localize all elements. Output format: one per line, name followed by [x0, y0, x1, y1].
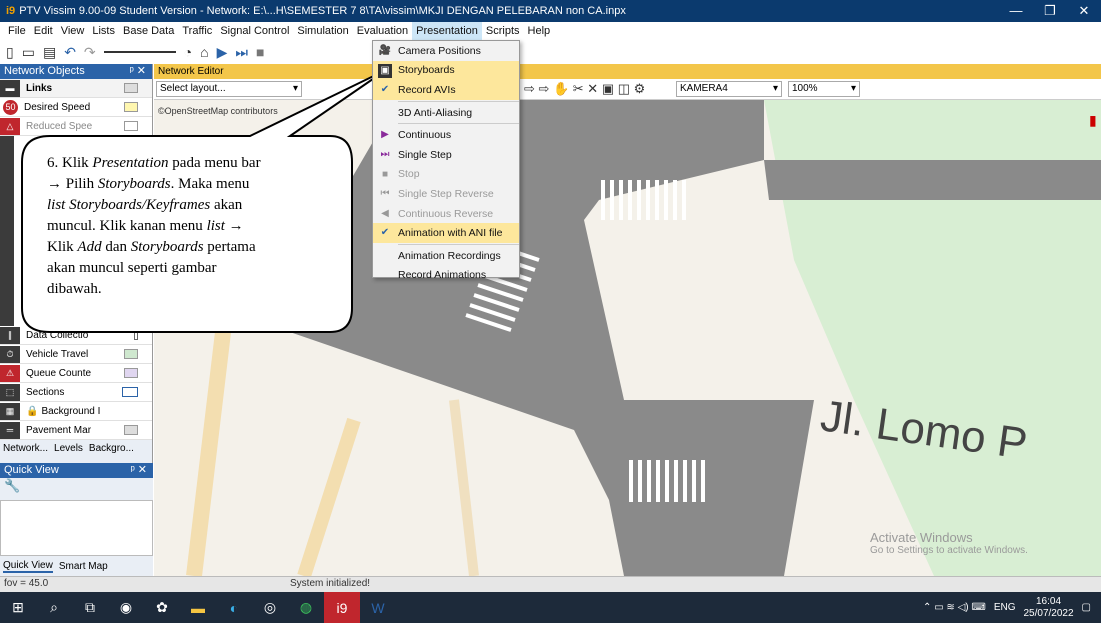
callout-line: akan muncul seperti gambar: [47, 260, 217, 276]
menu-item-continuous[interactable]: ▶ Continuous: [373, 125, 519, 145]
media-icon[interactable]: ◎: [252, 592, 288, 623]
language-indicator[interactable]: ENG: [994, 602, 1016, 613]
menu-item-continuous-reverse[interactable]: ◀ Continuous Reverse: [373, 204, 519, 224]
vissim-taskbar-icon[interactable]: i9: [324, 592, 360, 623]
callout-line: dibawah.: [47, 281, 102, 297]
search-icon[interactable]: ⌕: [36, 592, 72, 623]
callout-line: 6. Klik Presentation pada menu bar: [47, 155, 261, 171]
menu-separator: [398, 100, 519, 102]
camera-icon: 🎥: [378, 45, 392, 56]
status-fov: fov = 45.0: [4, 578, 49, 589]
clock-date: 25/07/2022: [1023, 607, 1074, 619]
menu-separator: [398, 243, 519, 245]
step-icon: ⏭: [380, 148, 390, 160]
presentation-dropdown: 🎥 Camera Positions ▣ Storyboards ✔ Recor…: [372, 40, 520, 281]
menu-item-single-step-reverse[interactable]: ⏮ Single Step Reverse: [373, 184, 519, 204]
status-bar: fov = 45.0 System initialized!: [0, 576, 1101, 592]
menu-item-3d-anti-aliasing[interactable]: 3D Anti-Aliasing: [373, 103, 519, 123]
status-message: System initialized!: [290, 578, 371, 589]
play-icon: ▶: [381, 129, 389, 141]
menu-item-record-avis[interactable]: ✔ Record AVIs: [373, 80, 519, 100]
tray-icons[interactable]: ⌃ ▭ ≋ ◁) ⌨: [923, 602, 986, 613]
menu-item-single-step[interactable]: ⏭ Single Step: [373, 145, 519, 165]
browser-icon[interactable]: ◉: [108, 592, 144, 623]
check-icon: ✔: [380, 84, 390, 96]
callout-line: Klik Add dan Storyboards pertama: [47, 239, 256, 255]
windows-start-icon[interactable]: ⊞: [0, 592, 36, 623]
storyboard-icon: ▣: [378, 63, 392, 78]
menu-separator: [398, 123, 519, 125]
menu-item-camera-positions[interactable]: 🎥 Camera Positions: [373, 41, 519, 61]
instruction-callout: 6. Klik Presentation pada menu bar → Pil…: [47, 153, 327, 300]
clock[interactable]: 16:04 25/07/2022: [1023, 596, 1073, 620]
callout-line: → Pilih Storyboards. Maka menu: [47, 176, 250, 192]
reverse-icon: ◀: [381, 207, 389, 219]
whatsapp-icon[interactable]: ◍: [288, 592, 324, 623]
step-reverse-icon: ⏮: [380, 188, 390, 200]
menu-item-record-animations[interactable]: Record Animations: [373, 266, 519, 286]
task-view-icon[interactable]: ⧉: [72, 592, 108, 623]
menu-item-animation-ani[interactable]: ✔ Animation with ANI file: [373, 223, 519, 243]
edge-icon[interactable]: ◐: [216, 592, 252, 623]
check-icon: ✔: [380, 227, 390, 239]
windows-taskbar: ⊞ ⌕ ⧉ ◉ ✿ ▬ ◐ ◎ ◍ i9 W ⌃ ▭ ≋ ◁) ⌨ ENG 16…: [0, 592, 1101, 623]
clock-time: 16:04: [1036, 595, 1062, 607]
stop-icon: ■: [381, 168, 389, 180]
menu-item-animation-recordings[interactable]: Animation Recordings: [373, 246, 519, 266]
callout-bubble: [21, 69, 387, 333]
word-icon[interactable]: W: [360, 592, 396, 623]
menu-item-stop[interactable]: ■ Stop: [373, 165, 519, 185]
settings-app-icon[interactable]: ✿: [144, 592, 180, 623]
system-tray: ⌃ ▭ ≋ ◁) ⌨ ENG 16:04 25/07/2022 ▢: [923, 596, 1101, 620]
notification-icon[interactable]: ▢: [1082, 602, 1091, 613]
callout-line: muncul. Klik kanan menu list →: [47, 218, 244, 234]
file-explorer-icon[interactable]: ▬: [180, 592, 216, 623]
callout-line: list Storyboards/Keyframes akan: [47, 197, 243, 213]
menu-item-storyboards[interactable]: ▣ Storyboards: [373, 60, 519, 81]
